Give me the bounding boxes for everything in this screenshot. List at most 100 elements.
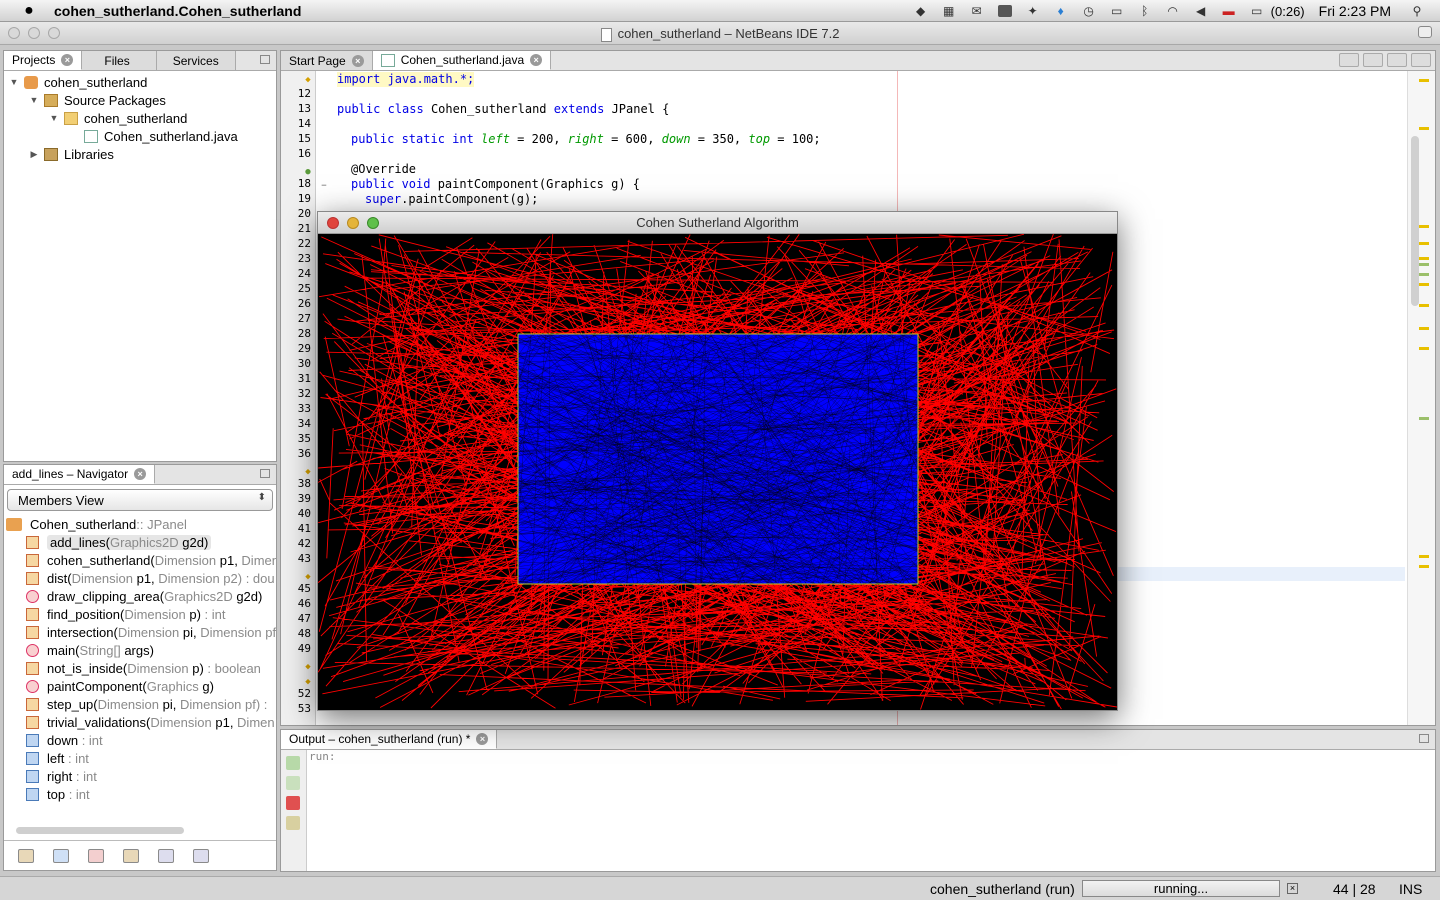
tree-node[interactable]: ▶ Libraries (4, 145, 276, 163)
close-icon[interactable]: × (134, 468, 147, 480)
member-item[interactable]: top : int (4, 785, 276, 803)
scroll-tabs-right-icon[interactable] (1363, 53, 1383, 67)
tab-output[interactable]: Output – cohen_sutherland (run) * × (281, 730, 498, 749)
progress-bar[interactable]: running... (1082, 880, 1280, 897)
tree-node[interactable]: Cohen_sutherland.java (4, 127, 276, 145)
close-window-button[interactable] (327, 217, 339, 229)
hint-bulb-icon[interactable]: ◆ (303, 662, 313, 672)
hint-bulb-icon[interactable]: ◆ (303, 677, 313, 687)
member-item[interactable]: down : int (4, 731, 276, 749)
minimize-panel-button[interactable] (260, 469, 270, 478)
override-marker-icon[interactable]: ● (303, 167, 313, 177)
inherited-filter-icon[interactable] (18, 848, 34, 863)
vertical-scrollbar[interactable] (1411, 136, 1419, 306)
tree-node[interactable]: ▼ cohen_sutherland (4, 109, 276, 127)
flag-icon[interactable]: ▬ (1220, 4, 1238, 18)
nonpublic-filter-icon[interactable] (123, 848, 139, 863)
running-project-label[interactable]: cohen_sutherland (run) (930, 881, 1075, 897)
member-item[interactable]: right : int (4, 767, 276, 785)
close-icon[interactable]: × (530, 54, 543, 66)
rerun-with-params-icon[interactable] (286, 776, 300, 790)
fields-filter-icon[interactable] (53, 848, 69, 863)
apple-menu-icon[interactable]: ● (18, 2, 40, 20)
tab-projects[interactable]: Projects × (4, 51, 83, 70)
zoom-window-button[interactable] (367, 217, 379, 229)
scroll-tabs-left-icon[interactable] (1339, 53, 1359, 67)
spotlight-icon[interactable]: ⚲ (1408, 4, 1426, 18)
close-icon[interactable]: × (351, 54, 364, 67)
hint-bulb-icon[interactable]: ◆ (303, 75, 313, 85)
member-item[interactable]: step_up(Dimension pi, Dimension pf) : (4, 695, 276, 713)
expand-toggle-icon[interactable]: ▼ (28, 95, 40, 105)
app-menu-title[interactable]: cohen_sutherland.Cohen_sutherland (54, 3, 301, 19)
stripe-mark[interactable] (1419, 304, 1429, 307)
mail-icon[interactable]: ✉ (968, 4, 986, 18)
member-item[interactable]: trivial_validations(Dimension p1, Dimen (4, 713, 276, 731)
dropbox-icon[interactable]: ◆ (912, 4, 930, 18)
show-opened-documents-icon[interactable] (1387, 53, 1407, 67)
member-item[interactable]: draw_clipping_area(Graphics2D g2d) (4, 587, 276, 605)
member-item[interactable]: left : int (4, 749, 276, 767)
stripe-mark[interactable] (1419, 257, 1429, 260)
stripe-mark[interactable] (1419, 79, 1429, 82)
twitter-icon[interactable]: ♦ (1052, 4, 1070, 18)
stripe-mark[interactable] (1419, 263, 1429, 266)
minimize-panel-button[interactable] (260, 55, 270, 64)
rerun-icon[interactable] (286, 756, 300, 770)
tree-node[interactable]: ▼ cohen_sutherland (4, 73, 276, 91)
paw-icon[interactable]: ✦ (1024, 4, 1042, 18)
stripe-mark[interactable] (1419, 273, 1429, 276)
hint-bulb-icon[interactable]: ◆ (303, 572, 313, 582)
member-item[interactable]: not_is_inside(Dimension p) : boolean (4, 659, 276, 677)
member-item[interactable]: main(String[] args) (4, 641, 276, 659)
close-icon[interactable]: × (476, 733, 489, 745)
close-icon[interactable]: × (61, 54, 74, 66)
minimize-panel-button[interactable] (1419, 734, 1429, 743)
wifi-icon[interactable]: ◠ (1164, 4, 1182, 18)
battery-icon[interactable]: ▭ (1248, 4, 1266, 18)
expand-toggle-icon[interactable]: ▶ (28, 149, 40, 160)
tab-cohen-sutherland-java[interactable]: Cohen_sutherland.java × (372, 51, 552, 70)
display-icon[interactable]: ▭ (1108, 4, 1126, 18)
tab-files[interactable]: Files (82, 51, 157, 70)
volume-icon[interactable]: ◀ (1192, 4, 1210, 18)
tab-start-page[interactable]: Start Page × (281, 51, 373, 70)
calendar-icon[interactable]: ▦ (940, 4, 958, 18)
bluetooth-icon[interactable]: ᛒ (1136, 4, 1154, 18)
stripe-mark[interactable] (1419, 555, 1429, 558)
member-item[interactable]: intersection(Dimension pi, Dimension pf (4, 623, 276, 641)
view-select[interactable]: Members View ⬍ (7, 489, 273, 511)
tree-node[interactable]: ▼ Source Packages (4, 91, 276, 109)
stripe-mark[interactable] (1419, 283, 1429, 286)
toolbar-toggle-button[interactable] (1418, 26, 1432, 38)
minimize-window-button[interactable] (347, 217, 359, 229)
member-item[interactable]: paintComponent(Graphics g) (4, 677, 276, 695)
member-item[interactable]: dist(Dimension p1, Dimension p2) : dou (4, 569, 276, 587)
cancel-process-icon[interactable]: × (1287, 883, 1298, 894)
maximize-window-icon[interactable] (1411, 53, 1431, 67)
horizontal-scrollbar[interactable] (16, 827, 184, 834)
sort-by-source-icon[interactable] (193, 848, 209, 863)
menubar-clock[interactable]: Fri 2:23 PM (1319, 3, 1391, 19)
stripe-mark[interactable] (1419, 417, 1429, 420)
stripe-mark[interactable] (1419, 225, 1429, 228)
time-machine-icon[interactable]: ◷ (1080, 4, 1098, 18)
tab-navigator[interactable]: add_lines – Navigator × (4, 465, 156, 484)
class-node[interactable]: Cohen_sutherland :: JPanel (4, 515, 276, 533)
stop-icon[interactable] (286, 796, 300, 810)
error-stripe[interactable] (1407, 71, 1435, 725)
contacts-icon[interactable] (996, 4, 1014, 18)
member-item[interactable]: add_lines(Graphics2D g2d) (4, 533, 276, 551)
static-filter-icon[interactable] (88, 848, 104, 863)
settings-icon[interactable] (286, 816, 300, 830)
hint-bulb-icon[interactable]: ◆ (303, 467, 313, 477)
stripe-mark[interactable] (1419, 347, 1429, 350)
member-item[interactable]: find_position(Dimension p) : int (4, 605, 276, 623)
sort-by-name-icon[interactable] (158, 848, 174, 863)
stripe-mark[interactable] (1419, 565, 1429, 568)
expand-toggle-icon[interactable]: ▼ (48, 113, 60, 123)
expand-toggle-icon[interactable]: ▼ (8, 77, 20, 87)
stripe-mark[interactable] (1419, 327, 1429, 330)
member-item[interactable]: cohen_sutherland(Dimension p1, Dimen (4, 551, 276, 569)
tab-services[interactable]: Services (156, 51, 236, 70)
